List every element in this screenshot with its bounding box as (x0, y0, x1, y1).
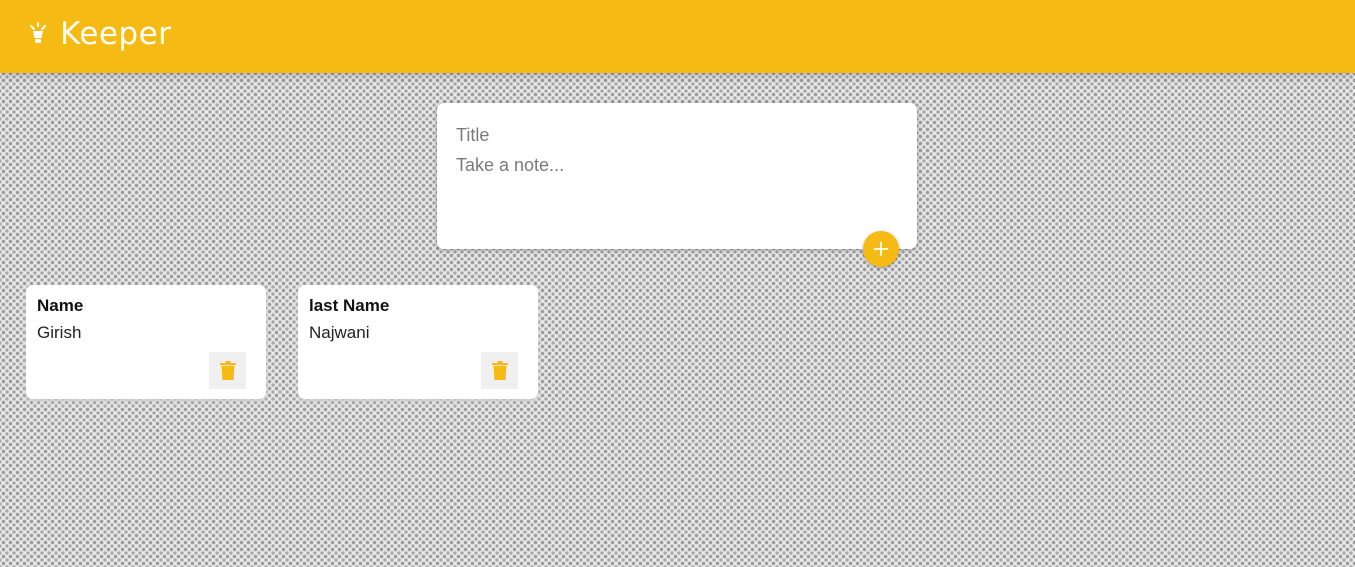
plus-icon (873, 241, 889, 257)
note-content: Girish (37, 323, 82, 342)
add-note-button[interactable] (863, 231, 899, 267)
app-title: Keeper (60, 16, 172, 52)
trash-icon (219, 361, 236, 380)
note-card: last Name Najwani (298, 285, 538, 399)
lightbulb-icon (30, 22, 46, 43)
note-card: Name Girish (26, 285, 266, 399)
note-content-input[interactable] (456, 155, 896, 235)
note-title: Name (37, 296, 84, 315)
app-header: Keeper (0, 0, 1355, 73)
note-content: Najwani (309, 323, 370, 342)
trash-icon (491, 361, 508, 380)
create-note-form (437, 103, 917, 249)
delete-note-button[interactable] (481, 352, 518, 389)
delete-note-button[interactable] (209, 352, 246, 389)
note-title-input[interactable] (456, 123, 896, 147)
note-title: last Name (309, 296, 390, 315)
